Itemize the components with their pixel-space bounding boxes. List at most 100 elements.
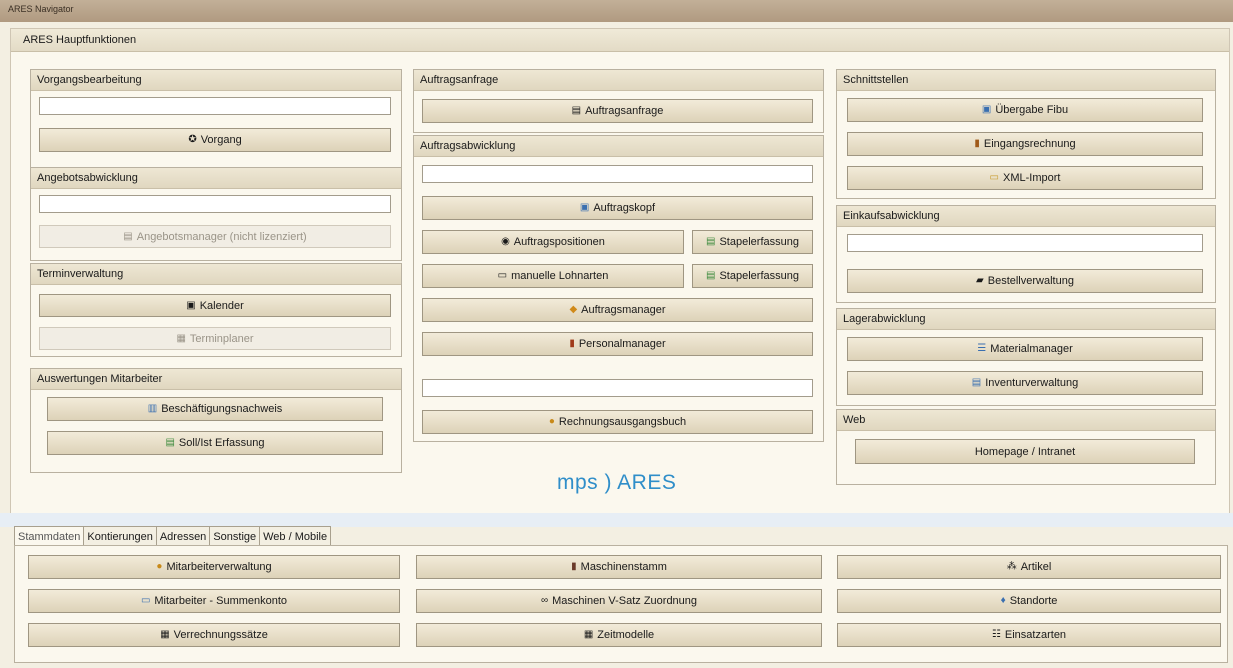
button-label: Kalender [199, 299, 244, 312]
group-title: Web [843, 414, 866, 426]
group-auftragsabwicklung: Auftragsabwicklung ▣ Auftragskopf ◉ Auft… [413, 135, 824, 442]
einkauf-input[interactable] [847, 234, 1203, 252]
uebergabe-fibu-button[interactable]: ▣ Übergabe Fibu [847, 98, 1203, 122]
person-icon: ● [156, 561, 163, 572]
tab-kontierungen[interactable]: Kontierungen [83, 526, 157, 546]
kalender-button[interactable]: ▣ Kalender [39, 294, 391, 317]
tab-adressen[interactable]: Adressen [155, 526, 211, 546]
terminplaner-icon: ▦ [176, 332, 186, 344]
rechnung-input[interactable] [422, 379, 813, 397]
auftragsmanager-button[interactable]: ◆ Auftragsmanager [422, 298, 813, 322]
beschaeftigungsnachweis-button[interactable]: ▥ Beschäftigungsnachweis [47, 397, 383, 421]
bestellverwaltung-button[interactable]: ▰ Bestellverwaltung [847, 269, 1203, 293]
main-functions-title: ARES Hauptfunktionen [23, 34, 137, 46]
group-auswertungen: Auswertungen Mitarbeiter ▥ Beschäftigung… [30, 368, 402, 473]
button-label: Angebotsmanager (nicht lizenziert) [136, 230, 307, 243]
button-label: Auftragspositionen [513, 236, 605, 248]
group-title: Einkaufsabwicklung [843, 210, 940, 222]
circle-check-icon: ◉ [501, 236, 510, 247]
personalmanager-button[interactable]: ▮ Personalmanager [422, 332, 813, 356]
button-label: Mitarbeiter - Summenkonto [154, 595, 288, 607]
truck-icon: ▰ [976, 275, 984, 286]
button-label: Verrechnungssätze [173, 629, 268, 641]
auftragsanfrage-button[interactable]: ▤ Auftragsanfrage [422, 99, 813, 123]
pin-icon: ♦ [1000, 595, 1006, 606]
articles-icon: ⁂ [1006, 561, 1017, 572]
tree-icon: ☷ [991, 629, 1001, 640]
tab-stammdaten[interactable]: Stammdaten [14, 526, 85, 547]
table-icon: ▥ [147, 403, 158, 414]
list-icon: ☰ [977, 343, 987, 354]
button-label: Stapelerfassung [719, 270, 799, 282]
verrechnungssaetze-button[interactable]: ▦ Verrechnungssätze [28, 623, 400, 647]
main-functions-panel: ARES Hauptfunktionen Vorgangsbearbeitung… [10, 28, 1230, 515]
group-web: Web Homepage / Intranet [836, 409, 1216, 485]
window-titlebar: ARES Navigator [0, 0, 1233, 22]
button-label: Homepage / Intranet [974, 445, 1076, 458]
group-title: Terminverwaltung [37, 268, 124, 280]
auftrag-input[interactable] [422, 165, 813, 183]
building-icon: ▦ [160, 629, 170, 640]
maschinenstamm-button[interactable]: ▮ Maschinenstamm [416, 555, 822, 579]
einsatzarten-button[interactable]: ☷ Einsatzarten [837, 623, 1221, 647]
group-lagerabwicklung: Lagerabwicklung ☰ Materialmanager ▤ Inve… [836, 308, 1216, 406]
mitarbeiterverwaltung-button[interactable]: ● Mitarbeiterverwaltung [28, 555, 400, 579]
button-label: Personalmanager [578, 338, 666, 350]
link-icon: ∞ [540, 595, 549, 606]
button-label: Materialmanager [990, 343, 1073, 355]
artikel-button[interactable]: ⁂ Artikel [837, 555, 1221, 579]
angebot-input[interactable] [39, 195, 391, 213]
group-einkaufsabwicklung: Einkaufsabwicklung ▰ Bestellverwaltung [836, 205, 1216, 303]
grid-icon: ▦ [583, 629, 594, 640]
inventory-icon: ▤ [971, 377, 982, 388]
button-label: XML-Import [1002, 172, 1061, 184]
chart-icon: ▤ [165, 437, 175, 448]
group-terminverwaltung: Terminverwaltung ▣ Kalender ▦ Terminplan… [30, 263, 402, 357]
xml-import-button[interactable]: ▭ XML-Import [847, 166, 1203, 190]
button-label: Terminplaner [189, 332, 254, 345]
terminplaner-button: ▦ Terminplaner [39, 327, 391, 350]
inventurverwaltung-button[interactable]: ▤ Inventurverwaltung [847, 371, 1203, 395]
button-label: Auftragskopf [593, 202, 656, 214]
eingangsrechnung-button[interactable]: ▮ Eingangsrechnung [847, 132, 1203, 156]
auftragspositionen-button[interactable]: ◉ Auftragspositionen [422, 230, 684, 254]
standorte-button[interactable]: ♦ Standorte [837, 589, 1221, 613]
group-title: Schnittstellen [843, 74, 909, 86]
rechnungsausgangsbuch-button[interactable]: ● Rechnungsausgangsbuch [422, 410, 813, 434]
homepage-intranet-button[interactable]: Homepage / Intranet [855, 439, 1195, 464]
money-bag-icon: ● [548, 416, 555, 427]
export-icon: ▣ [981, 104, 992, 115]
angebotsmanager-button: ▤ Angebotsmanager (nicht lizenziert) [39, 225, 391, 248]
auftragskopf-button[interactable]: ▣ Auftragskopf [422, 196, 813, 220]
stapelerfassung-button-2[interactable]: ▤ Stapelerfassung [692, 264, 813, 288]
vorgang-icon: ✪ [188, 134, 197, 145]
button-label: Maschinenstamm [580, 561, 667, 573]
group-title: Angebotsabwicklung [37, 172, 138, 184]
vorgang-button[interactable]: ✪ Vorgang [39, 128, 391, 152]
people-icon: ▮ [569, 338, 575, 349]
zeitmodelle-button[interactable]: ▦ Zeitmodelle [416, 623, 822, 647]
xml-icon: ▭ [989, 172, 999, 183]
window-title: ARES Navigator [8, 4, 74, 14]
tab-sonstige[interactable]: Sonstige [209, 526, 261, 546]
vorgang-input[interactable] [39, 97, 391, 115]
tab-strip-background [0, 513, 1233, 527]
button-label: manuelle Lohnarten [511, 270, 609, 282]
soll-ist-button[interactable]: ▤ Soll/Ist Erfassung [47, 431, 383, 455]
maschinen-vsatz-button[interactable]: ∞ Maschinen V-Satz Zuordnung [416, 589, 822, 613]
tab-web-mobile[interactable]: Web / Mobile [259, 526, 332, 546]
group-header: Schnittstellen [837, 70, 1215, 91]
button-label: Auftragsanfrage [585, 105, 664, 117]
keyboard-icon: ▭ [497, 270, 508, 281]
group-header: Terminverwaltung [31, 264, 401, 285]
stack-add-icon: ▤ [706, 270, 716, 281]
manuelle-lohnarten-button[interactable]: ▭ manuelle Lohnarten [422, 264, 684, 288]
button-label: Inventurverwaltung [985, 377, 1079, 389]
group-header: Auftragsanfrage [414, 70, 823, 91]
summenkonto-button[interactable]: ▭ Mitarbeiter - Summenkonto [28, 589, 400, 613]
button-label: Bestellverwaltung [987, 275, 1074, 287]
materialmanager-button[interactable]: ☰ Materialmanager [847, 337, 1203, 361]
document-icon: ▤ [571, 105, 582, 116]
stapelerfassung-button-1[interactable]: ▤ Stapelerfassung [692, 230, 813, 254]
mps-ares-logo: mps ) ARES [557, 471, 677, 494]
